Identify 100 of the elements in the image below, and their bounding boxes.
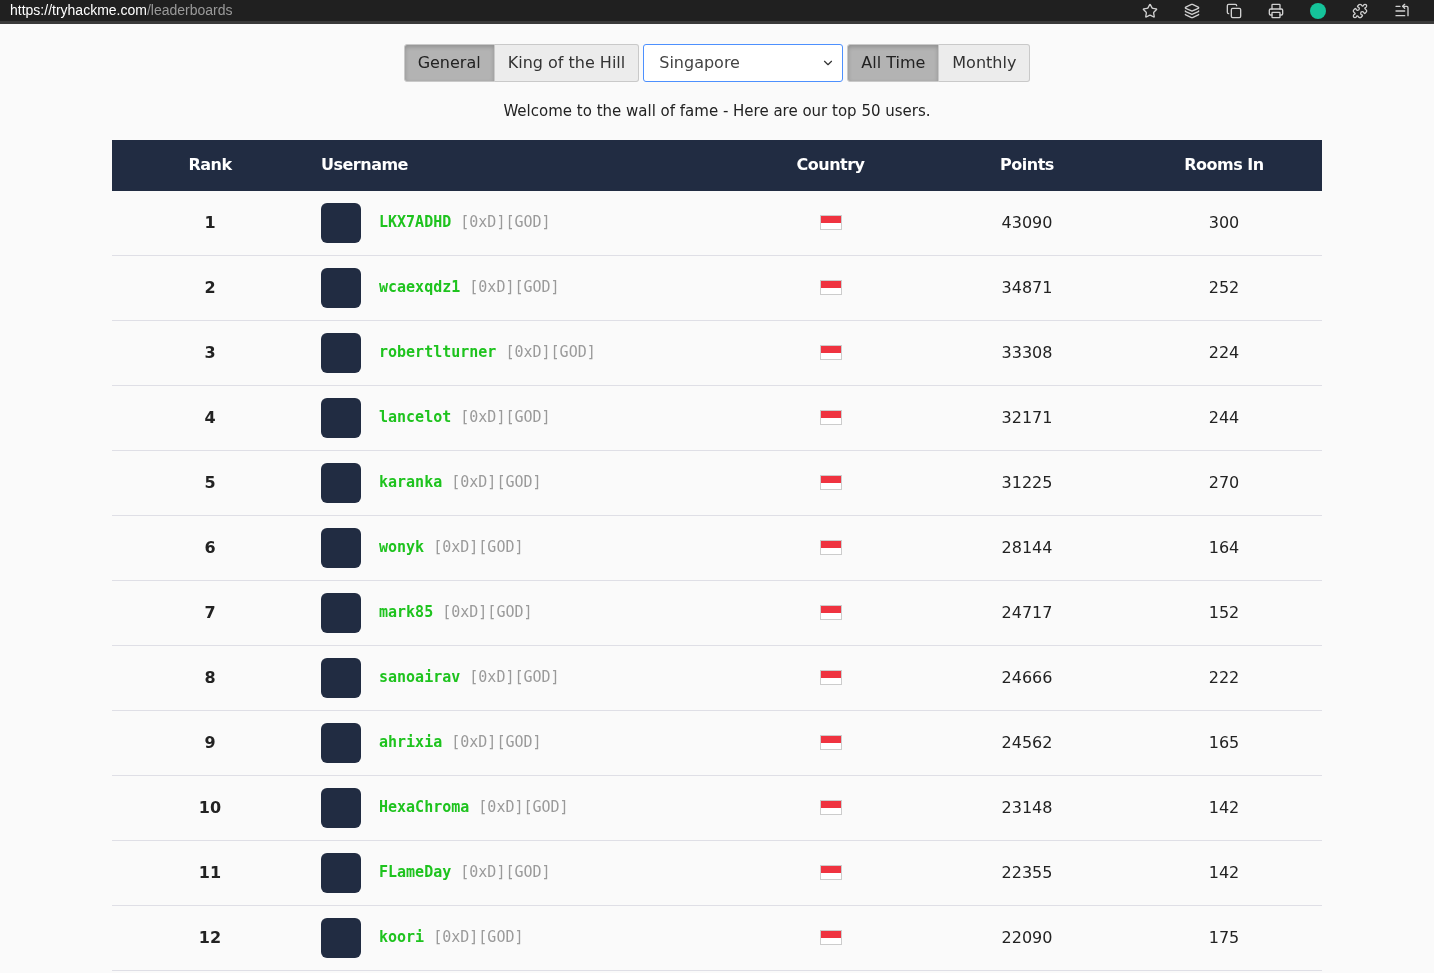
points-cell-text: 32171 bbox=[1000, 406, 1054, 429]
flag-icon bbox=[819, 865, 842, 880]
points-cell-text: 34871 bbox=[1000, 276, 1054, 299]
rank-cell-text: 2 bbox=[203, 276, 217, 299]
rank-cell-text: 12 bbox=[197, 926, 223, 949]
filter-tab[interactable]: Monthly bbox=[939, 44, 1031, 82]
username-link[interactable]: wonyk bbox=[379, 538, 425, 557]
user-tag: [0xD][GOD] bbox=[451, 733, 542, 752]
printer-icon[interactable] bbox=[1268, 2, 1284, 19]
rank-cell-text: 5 bbox=[203, 471, 217, 494]
filter-tab[interactable]: General bbox=[403, 44, 495, 82]
rooms-cell-text: 142 bbox=[1207, 861, 1241, 884]
username-link[interactable]: koori bbox=[379, 928, 425, 947]
column-header: Rooms In bbox=[1183, 154, 1265, 176]
points-cell-text: 23148 bbox=[1000, 796, 1054, 819]
url-text[interactable]: https://tryhackme.com/leaderboards bbox=[10, 0, 233, 21]
rank-cell-text: 6 bbox=[203, 536, 217, 559]
avatar-image bbox=[321, 462, 361, 503]
points-cell-text: 28144 bbox=[1000, 536, 1054, 559]
rank-cell-text: 4 bbox=[203, 406, 217, 429]
username-link[interactable]: lancelot bbox=[379, 408, 452, 427]
flag-icon bbox=[819, 735, 842, 750]
rank-cell-text: 9 bbox=[203, 731, 217, 754]
flag-icon bbox=[819, 605, 842, 620]
rooms-cell-text: 300 bbox=[1207, 211, 1241, 234]
avatar-image bbox=[321, 202, 361, 243]
points-cell-text: 24562 bbox=[1000, 731, 1054, 754]
user-tag: [0xD][GOD] bbox=[505, 343, 596, 362]
rank-cell-text: 10 bbox=[197, 796, 223, 819]
points-cell-text: 24717 bbox=[1000, 601, 1054, 624]
rank-cell-text: 1 bbox=[203, 211, 217, 234]
username-link[interactable]: sanoairav bbox=[379, 668, 461, 687]
flag-icon bbox=[819, 930, 842, 945]
collections-icon[interactable] bbox=[1226, 2, 1242, 19]
username-link[interactable]: robertlturner bbox=[379, 343, 497, 362]
flag-icon bbox=[819, 670, 842, 685]
rooms-cell-text: 152 bbox=[1207, 601, 1241, 624]
user-tag: [0xD][GOD] bbox=[469, 668, 560, 687]
rooms-cell-text: 142 bbox=[1207, 796, 1241, 819]
user-tag: [0xD][GOD] bbox=[460, 213, 551, 232]
column-header: Rank bbox=[187, 154, 233, 176]
flag-icon bbox=[819, 280, 842, 295]
rank-cell-text: 7 bbox=[203, 601, 217, 624]
avatar-image bbox=[321, 592, 361, 633]
user-tag: [0xD][GOD] bbox=[442, 603, 533, 622]
rooms-cell-text: 244 bbox=[1207, 406, 1241, 429]
user-tag: [0xD][GOD] bbox=[469, 278, 560, 297]
avatar-image bbox=[321, 332, 361, 373]
avatar-image bbox=[321, 787, 361, 828]
username-link[interactable]: HexaChroma bbox=[379, 798, 470, 817]
username-link[interactable]: LKX7ADHD bbox=[379, 213, 452, 232]
rooms-cell-text: 165 bbox=[1207, 731, 1241, 754]
user-tag: [0xD][GOD] bbox=[460, 408, 551, 427]
user-tag: [0xD][GOD] bbox=[433, 538, 524, 557]
points-cell-text: 24666 bbox=[1000, 666, 1054, 689]
user-tag: [0xD][GOD] bbox=[433, 928, 524, 947]
flag-icon bbox=[819, 475, 842, 490]
rooms-cell-text: 224 bbox=[1207, 341, 1241, 364]
avatar-image bbox=[321, 657, 361, 698]
rank-cell-text: 3 bbox=[203, 341, 217, 364]
flag-icon bbox=[819, 215, 842, 230]
user-tag: [0xD][GOD] bbox=[478, 798, 569, 817]
username-link[interactable]: karanka bbox=[379, 473, 443, 492]
flag-icon bbox=[819, 540, 842, 555]
avatar-image bbox=[321, 397, 361, 438]
rooms-cell-text: 222 bbox=[1207, 666, 1241, 689]
flag-icon bbox=[819, 410, 842, 425]
user-tag: [0xD][GOD] bbox=[451, 473, 542, 492]
intro-text: Welcome to the wall of fame - Here are our top 50 users. bbox=[503, 101, 931, 122]
column-header: Country bbox=[795, 154, 866, 176]
extensions-icon[interactable] bbox=[1352, 2, 1368, 19]
username-link[interactable]: ahrixia bbox=[379, 733, 443, 752]
column-header: Username bbox=[320, 154, 409, 176]
avatar-image bbox=[321, 852, 361, 893]
flag-icon bbox=[819, 800, 842, 815]
points-cell-text: 43090 bbox=[1000, 211, 1054, 234]
points-cell-text: 31225 bbox=[1000, 471, 1054, 494]
user-tag: [0xD][GOD] bbox=[460, 863, 551, 882]
filter-tab[interactable]: All Time bbox=[847, 44, 940, 82]
country-select[interactable]: Singapore bbox=[643, 44, 844, 82]
add-favorite-icon[interactable] bbox=[1142, 2, 1158, 19]
rooms-cell-text: 175 bbox=[1207, 926, 1241, 949]
username-link[interactable]: wcaexqdz1 bbox=[379, 278, 461, 297]
username-link[interactable]: mark85 bbox=[379, 603, 434, 622]
rank-cell-text: 11 bbox=[197, 861, 223, 884]
username-link[interactable]: FLameDay bbox=[379, 863, 452, 882]
flag-icon bbox=[819, 345, 842, 360]
points-cell-text: 22355 bbox=[1000, 861, 1054, 884]
points-cell-text: 33308 bbox=[1000, 341, 1054, 364]
avatar-image bbox=[321, 267, 361, 308]
avatar-image bbox=[321, 722, 361, 763]
rooms-cell-text: 270 bbox=[1207, 471, 1241, 494]
points-cell-text: 22090 bbox=[1000, 926, 1054, 949]
avatar-image bbox=[321, 527, 361, 568]
avatar-image bbox=[321, 917, 361, 958]
rooms-cell-text: 252 bbox=[1207, 276, 1241, 299]
filter-tab[interactable]: King of the Hill bbox=[494, 44, 640, 82]
rank-cell-text: 8 bbox=[203, 666, 217, 689]
column-header: Points bbox=[999, 154, 1055, 176]
rooms-cell-text: 164 bbox=[1207, 536, 1241, 559]
